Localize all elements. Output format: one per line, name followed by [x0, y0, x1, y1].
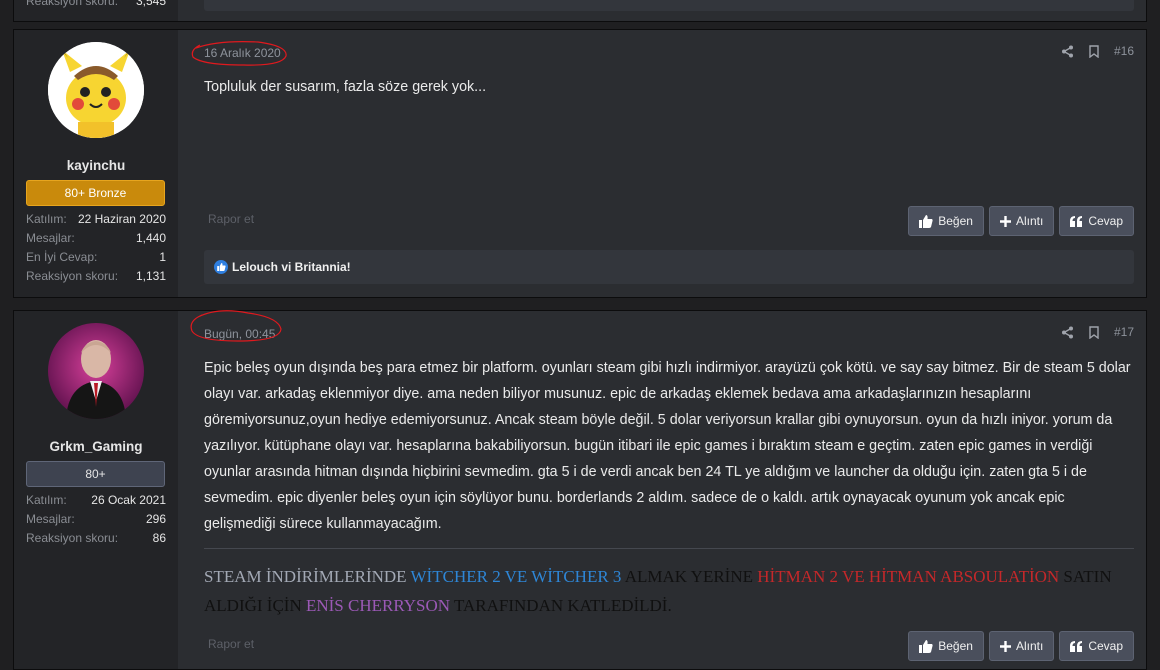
signature-part-blue: WİTCHER 2 VE WİTCHER 3 [410, 567, 622, 586]
signature-part-dark: ALMAK YERİNE [621, 567, 758, 586]
stat-value: 26 Ocak 2021 [91, 493, 166, 507]
like-button[interactable]: Beğen [908, 631, 984, 661]
username[interactable]: Grkm_Gaming [14, 439, 178, 454]
stat-reaction-score: Reaksiyon skoru: 86 [26, 531, 166, 545]
quote-icon [1070, 640, 1083, 652]
plus-icon [999, 215, 1011, 227]
signature: STEAM İNDİRİMLERİNDE WİTCHER 2 VE WİTCHE… [204, 562, 1134, 620]
reactions-bar: Lelouch vi Britannia! [204, 250, 1134, 284]
reply-button[interactable]: Cevap [1059, 206, 1134, 236]
stat-value: 1,131 [135, 269, 166, 283]
signature-part-red: HİTMAN 2 VE HİTMAN ABSOULATİON [757, 567, 1060, 586]
quote-icon [1070, 215, 1083, 227]
post-actions-top: #17 [1061, 325, 1134, 339]
post-action-buttons: Beğen Alıntı Cevap [908, 206, 1134, 236]
stat-label: Reaksiyon skoru: [26, 531, 119, 545]
previous-post-main [190, 0, 1134, 21]
stat-value: 3,545 [135, 0, 166, 8]
user-sidebar: Grkm_Gaming 80+ Katılım: 26 Ocak 2021 Me… [14, 311, 178, 669]
reply-button-label: Cevap [1088, 639, 1123, 653]
stat-label: Reaksiyon skoru: [26, 0, 119, 8]
reply-button[interactable]: Cevap [1059, 631, 1134, 661]
report-link[interactable]: Rapor et [208, 212, 254, 226]
username[interactable]: kayinchu [14, 158, 178, 173]
post-date[interactable]: 16 Aralık 2020 [204, 46, 281, 60]
stat-label: Katılım: [26, 493, 67, 507]
thumbs-up-icon [919, 214, 933, 228]
reaction-users[interactable]: Lelouch vi Britannia! [232, 260, 351, 274]
avatar-grkm-gaming[interactable] [48, 323, 144, 419]
avatar-kayinchu[interactable] [48, 42, 144, 138]
post-16: kayinchu 80+ Bronze Katılım: 22 Haziran … [13, 29, 1147, 298]
user-sidebar: kayinchu 80+ Bronze Katılım: 22 Haziran … [14, 30, 178, 297]
previous-post: Reaksiyon skoru: 3,545 [13, 0, 1147, 22]
previous-post-sidebar: Reaksiyon skoru: 3,545 [14, 0, 178, 21]
thumbs-up-icon [919, 639, 933, 653]
quote-button-label: Alıntı [1015, 214, 1044, 228]
quote-button[interactable]: Alıntı [988, 631, 1055, 661]
share-icon[interactable] [1061, 326, 1074, 339]
post-main: Bugün, 00:45 #17 Epic beleş oyun dışında… [190, 310, 1134, 669]
post-date[interactable]: Bugün, 00:45 [204, 327, 275, 341]
stat-value: 22 Haziran 2020 [77, 212, 166, 226]
post-content: Epic beleş oyun dışında beş para etmez b… [204, 360, 1131, 532]
like-button-label: Beğen [938, 639, 973, 653]
user-title-badge: 80+ Bronze [26, 180, 165, 206]
quote-button-label: Alıntı [1015, 639, 1044, 653]
like-button[interactable]: Beğen [908, 206, 984, 236]
stat-reaction-score: Reaksiyon skoru: 1,131 [26, 269, 166, 283]
post-main: 16 Aralık 2020 #16 Topluluk der susarım,… [190, 30, 1134, 297]
like-reaction-icon [214, 260, 228, 274]
pikachu-avatar-image [48, 42, 144, 138]
stat-value: 1,440 [135, 231, 166, 245]
stat-label: En İyi Cevap: [26, 250, 98, 264]
stat-joined: Katılım: 26 Ocak 2021 [26, 493, 166, 507]
stat-value: 296 [145, 512, 166, 526]
hitman-avatar-image [48, 323, 144, 419]
bookmark-icon[interactable] [1088, 325, 1100, 339]
stat-best-answer: En İyi Cevap: 1 [26, 250, 166, 264]
signature-part: STEAM İNDİRİMLERİNDE [204, 567, 411, 586]
previous-reaction-score: Reaksiyon skoru: 3,545 [26, 0, 166, 8]
stat-value: 1 [159, 250, 166, 264]
stat-value: 86 [152, 531, 166, 545]
user-title-badge: 80+ [26, 461, 165, 487]
stat-messages: Mesajlar: 1,440 [26, 231, 166, 245]
previous-reaction-bar [204, 0, 1134, 11]
stat-messages: Mesajlar: 296 [26, 512, 166, 526]
signature-part-dark: TARAFINDAN KATLEDİLDİ. [450, 596, 672, 615]
post-actions-top: #16 [1061, 44, 1134, 58]
reply-button-label: Cevap [1088, 214, 1123, 228]
bookmark-icon[interactable] [1088, 44, 1100, 58]
post-number[interactable]: #17 [1114, 325, 1134, 339]
report-link[interactable]: Rapor et [208, 637, 254, 651]
post-content: Topluluk der susarım, fazla söze gerek y… [204, 79, 487, 95]
signature-divider [204, 548, 1134, 549]
stat-joined: Katılım: 22 Haziran 2020 [26, 212, 166, 226]
stat-label: Mesajlar: [26, 231, 75, 245]
post-number[interactable]: #16 [1114, 44, 1134, 58]
stat-label: Katılım: [26, 212, 67, 226]
post-17: Grkm_Gaming 80+ Katılım: 26 Ocak 2021 Me… [13, 310, 1147, 670]
post-action-buttons: Beğen Alıntı Cevap [908, 631, 1134, 661]
plus-icon [999, 640, 1011, 652]
like-button-label: Beğen [938, 214, 973, 228]
stat-label: Mesajlar: [26, 512, 75, 526]
stat-label: Reaksiyon skoru: [26, 269, 119, 283]
signature-part-purple: ENİS CHERRYSON [305, 596, 451, 615]
share-icon[interactable] [1061, 45, 1074, 58]
quote-button[interactable]: Alıntı [988, 206, 1055, 236]
